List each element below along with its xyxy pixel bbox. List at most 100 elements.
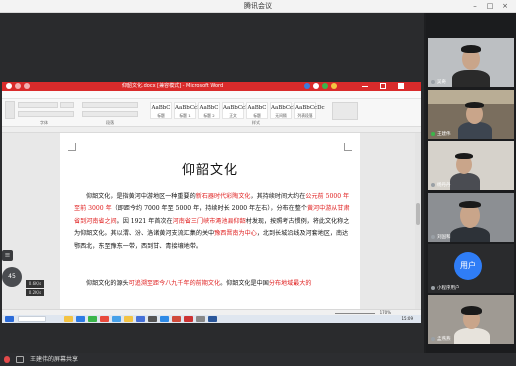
highlighted-text: 新石器时代彩陶文化 — [195, 193, 251, 200]
participant-tile[interactable]: 用户 小程序用户 — [428, 244, 514, 293]
participant-body — [450, 173, 480, 190]
style-name: 无间隔 — [275, 113, 287, 118]
minimize-icon[interactable]: – — [468, 0, 482, 13]
style-no-spacing[interactable]: AaBbCcDc 无间隔 — [270, 102, 301, 119]
editing-group[interactable] — [332, 102, 358, 120]
style-heading-2[interactable]: AaBbC 标题 2 — [198, 102, 220, 119]
text-run: 。仰韶文化是中国 — [220, 280, 269, 287]
style-preview: AaBbC — [199, 105, 219, 111]
sogou-icon[interactable] — [313, 83, 319, 89]
qq-icon[interactable] — [304, 83, 310, 89]
app-icon[interactable] — [196, 316, 205, 322]
wechat-icon[interactable] — [322, 83, 328, 89]
bottom-bar: 王建伟的屏幕共享 — [0, 353, 516, 366]
style-preview: AaBbC — [247, 105, 267, 111]
app-titlebar: 腾讯会议 – □ × — [0, 0, 516, 13]
text-run: 。因 1921 年首次在 — [116, 217, 173, 225]
text-run: 仰韶文化的源头 — [86, 280, 129, 287]
app-icon[interactable] — [172, 316, 181, 322]
participant-tile[interactable]: 王建伟 — [428, 90, 514, 139]
download-speed: 0.2K/s — [26, 289, 44, 296]
chrome-icon[interactable] — [124, 316, 133, 322]
participant-name: 小程序用户 — [437, 286, 460, 291]
list-icon[interactable]: ≡ — [2, 250, 13, 261]
network-speed-bubble[interactable]: 45 — [2, 267, 22, 287]
word-close-icon[interactable] — [398, 83, 404, 89]
word-maximize-icon[interactable] — [380, 83, 386, 89]
participant-body — [454, 328, 490, 344]
participant-name: 刘国和 — [437, 235, 451, 240]
taskbar-search[interactable] — [18, 316, 46, 322]
style-title[interactable]: AaBbC 标题 — [246, 102, 268, 119]
participant-body — [450, 227, 490, 242]
maximize-icon[interactable]: □ — [483, 0, 497, 13]
app-icon[interactable] — [76, 316, 85, 322]
word-minimize-icon[interactable] — [362, 86, 368, 87]
style-heading[interactable]: AaBbC 标题 — [150, 102, 172, 119]
folder-icon[interactable] — [331, 83, 337, 89]
upload-speed: 0.6K/s — [26, 280, 44, 288]
participant-name: 王建伟 — [437, 132, 451, 137]
app-icon[interactable] — [112, 316, 121, 322]
style-preview: AaBbCcD — [175, 105, 202, 111]
font-name-box[interactable] — [18, 102, 58, 108]
zoom-slider[interactable] — [335, 313, 375, 314]
participant-tile[interactable]: 吴奇 — [428, 38, 514, 87]
participant-tile[interactable]: 杨丹丹 — [428, 141, 514, 190]
font-format-buttons[interactable] — [18, 111, 74, 117]
word-taskbar-icon[interactable] — [208, 316, 217, 322]
font-size-box[interactable] — [60, 102, 74, 108]
participant-body — [452, 70, 490, 87]
app-icon[interactable] — [148, 316, 157, 322]
highlighted-text: 豫西晋南为中心 — [214, 230, 257, 238]
style-normal[interactable]: AaBbCcD 正文 — [222, 102, 250, 119]
mic-icon — [431, 80, 435, 84]
text-run: 仰韶文化，是指黄河中游地区一种重要的 — [86, 193, 196, 200]
presenter-label: 王建伟的屏幕共享 — [30, 356, 79, 363]
app-icon[interactable] — [136, 316, 145, 322]
document-area: 仰韶文化 仰韶文化，是指黄河中游地区一种重要的新石器时代彩陶文化，其持续时间大约… — [2, 133, 421, 309]
mic-icon — [431, 235, 435, 239]
word-app-icon — [6, 83, 12, 89]
text-run: （即距今约 7000 年至 5000 年，持续时长 2000 年左右），分布在整… — [111, 205, 307, 213]
paragraph-buttons-top[interactable] — [82, 102, 138, 108]
participant-tile[interactable]: 刘国和 — [428, 193, 514, 242]
mic-icon — [431, 337, 435, 341]
app-icon[interactable] — [184, 316, 193, 322]
ribbon-section-font: 字体 — [40, 120, 48, 125]
style-list-paragraph[interactable]: AaBbCcDc 列表段落 — [294, 102, 325, 119]
participant-name: 杨丹丹 — [437, 183, 451, 188]
close-icon[interactable]: × — [498, 0, 512, 13]
vertical-scrollbar[interactable] — [415, 133, 421, 309]
scrollbar-thumb[interactable] — [416, 203, 420, 225]
app-title: 腾讯会议 — [244, 2, 272, 10]
document-page[interactable]: 仰韶文化 仰韶文化，是指黄河中游地区一种重要的新石器时代彩陶文化，其持续时间大约… — [60, 133, 360, 309]
explorer-icon[interactable] — [64, 316, 73, 322]
start-icon[interactable] — [5, 316, 14, 322]
undo-icon[interactable] — [24, 83, 30, 89]
paragraph-buttons-bottom[interactable] — [82, 111, 138, 117]
participant-hair — [461, 306, 482, 315]
participant-avatar: 用户 — [454, 252, 482, 280]
style-heading-1[interactable]: AaBbCcD 标题 1 — [174, 102, 202, 119]
style-name: 标题 1 — [179, 113, 191, 118]
tencent-meeting-icon[interactable] — [160, 316, 169, 322]
participant-hair — [465, 102, 484, 108]
participant-body — [458, 122, 492, 139]
save-icon[interactable] — [15, 83, 21, 89]
page-corner-mark — [344, 143, 352, 151]
mic-icon[interactable] — [4, 356, 10, 363]
paste-button[interactable] — [5, 101, 15, 119]
highlighted-text: 河南省三门峡市渑池县仰韶 — [172, 217, 246, 225]
highlighted-text: 分布地域最大的 — [268, 280, 312, 287]
page-corner-mark — [68, 143, 76, 151]
participant-name: 孟燕燕 — [437, 337, 451, 342]
participant-tile[interactable]: 孟燕燕 — [428, 295, 514, 344]
paragraph-1: 仰韶文化，是指黄河中游地区一种重要的新石器时代彩陶文化，其持续时间大约在公元前 … — [74, 191, 354, 253]
participant-hair — [459, 201, 481, 208]
text-run: ，其持续时间大约在 — [250, 193, 306, 200]
wechat-taskbar-icon[interactable] — [88, 316, 97, 322]
taskbar-clock: 15:09 — [401, 316, 413, 321]
app-icon[interactable] — [100, 316, 109, 322]
style-preview: AaBbCcDc — [271, 105, 301, 111]
